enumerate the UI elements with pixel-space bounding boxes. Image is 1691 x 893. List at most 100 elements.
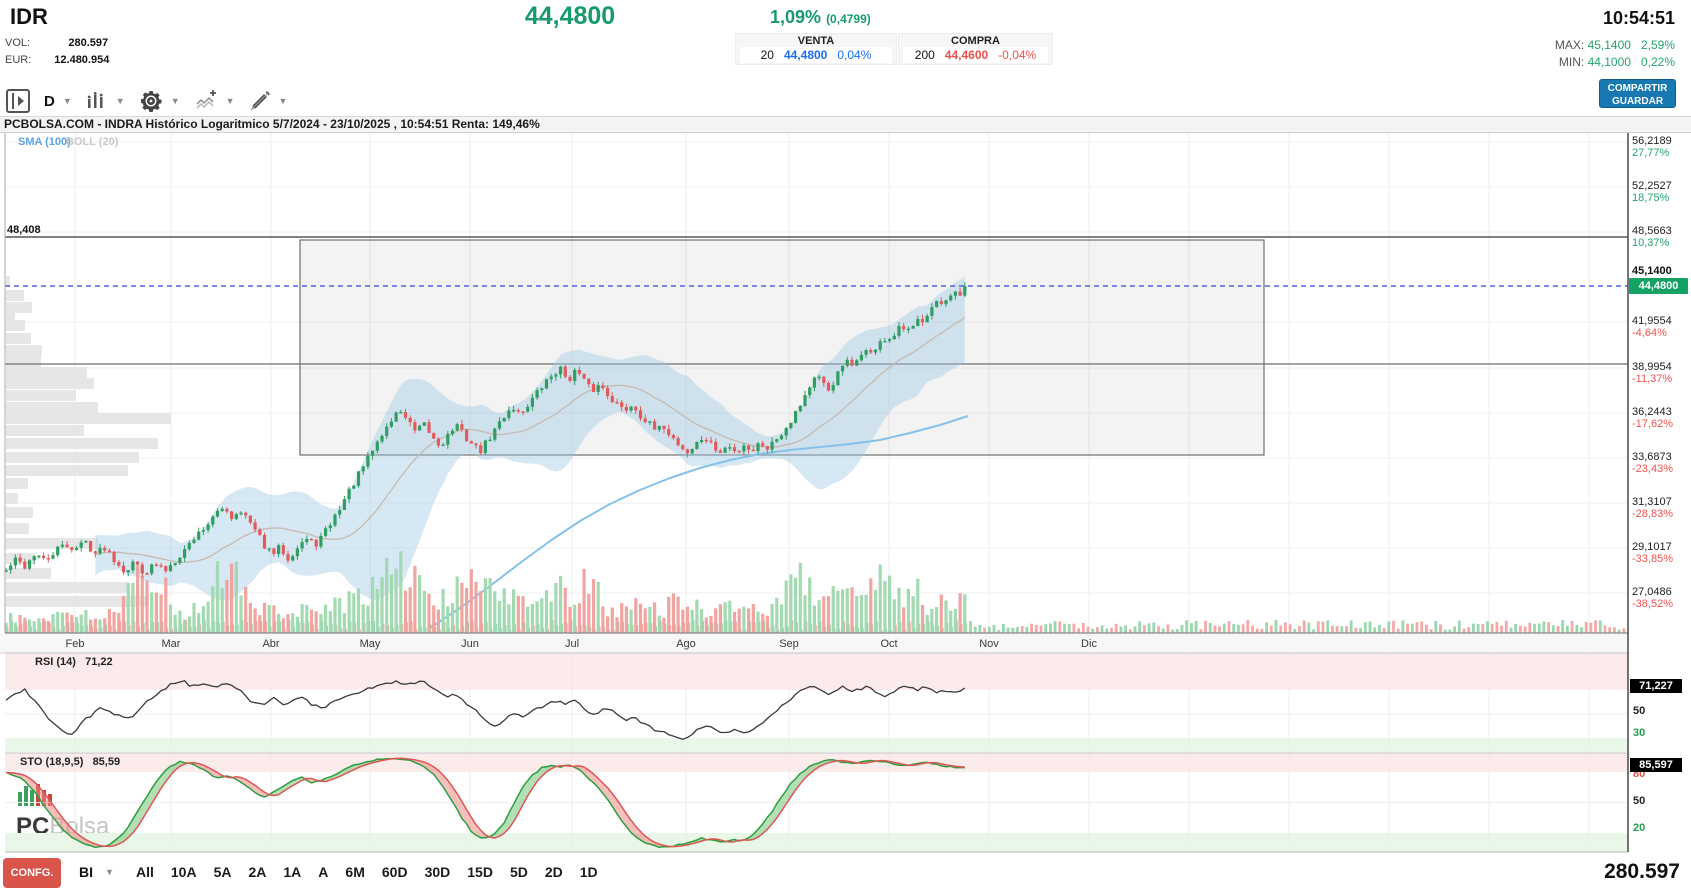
chevron-down-icon: ▼ xyxy=(279,96,288,106)
range-button-all[interactable]: All xyxy=(136,864,154,880)
rsi-label-row[interactable]: RSI (14) 71,22 xyxy=(35,656,113,668)
timeframe-selector[interactable]: D ▼ xyxy=(44,93,72,110)
price-tick: 38,9954-11,37% xyxy=(1632,361,1690,385)
price-tick: 36,2443-17,62% xyxy=(1632,406,1690,430)
pcbolsa-trading-app: IDR VOL: 280.597 EUR: 12.480.954 44,4800… xyxy=(0,0,1691,893)
chevron-down-icon: ▼ xyxy=(171,96,180,106)
month-label-nov: Nov xyxy=(979,638,999,650)
ask-box: COMPRA 200 44,4600 -0,04% xyxy=(898,33,1053,65)
level-label: 48,408 xyxy=(7,224,41,236)
month-label-oct: Oct xyxy=(880,638,897,650)
min-value: 44,1000 xyxy=(1588,55,1631,69)
month-label-jun: Jun xyxy=(461,638,479,650)
bid-box: VENTA 20 44,4800 0,04% xyxy=(735,33,897,65)
month-label-ago: Ago xyxy=(676,638,696,650)
rsi-low-tick: 30 xyxy=(1633,727,1645,739)
eur-label: EUR: xyxy=(5,54,31,66)
config-button[interactable]: CONFG. xyxy=(3,858,61,888)
price-tick: 31,3107-28,83% xyxy=(1632,496,1690,520)
bars-style-icon xyxy=(86,91,108,111)
sto-low-tick: 20 xyxy=(1633,822,1645,834)
change-line: 1,09% (0,4799) xyxy=(770,7,871,28)
range-button-15d[interactable]: 15D xyxy=(467,864,493,880)
bid-size: 20 xyxy=(761,48,774,62)
range-button-a[interactable]: A xyxy=(318,864,328,880)
eur-row: EUR: 12.480.954 xyxy=(5,54,109,66)
ask-price: 44,4600 xyxy=(945,48,988,62)
footer-volume: 280.597 xyxy=(1470,860,1680,884)
month-label-dic: Dic xyxy=(1081,638,1097,650)
month-label-mar: Mar xyxy=(162,638,181,650)
volume-row: VOL: 280.597 xyxy=(5,37,108,49)
rsi-mid-tick: 50 xyxy=(1633,705,1645,717)
range-button-6m[interactable]: 6M xyxy=(345,864,364,880)
min-label: MIN: xyxy=(1559,55,1584,69)
rsi-label: RSI (14) xyxy=(35,656,76,668)
gear-icon xyxy=(139,89,163,113)
share-save-button[interactable]: COMPARTIR GUARDAR xyxy=(1599,79,1676,108)
range-button-5d[interactable]: 5D xyxy=(510,864,528,880)
vol-label: VOL: xyxy=(5,37,30,49)
mode-selector[interactable]: BI ▼ xyxy=(79,864,114,880)
price-tick: 52,252718,75% xyxy=(1632,180,1690,204)
share-label: COMPARTIR xyxy=(1600,82,1675,95)
ask-size: 200 xyxy=(915,48,935,62)
price-tick: 29,1017-33,85% xyxy=(1632,541,1690,565)
draw-tools-selector[interactable]: ▼ xyxy=(249,90,288,112)
chart-style-selector[interactable]: ▼ xyxy=(86,91,125,111)
chevron-down-icon: ▼ xyxy=(226,96,235,106)
max-label: MAX: xyxy=(1555,38,1584,52)
sto-label-row[interactable]: STO (18,9,5) 85,59 xyxy=(20,756,120,768)
sto-label: STO (18,9,5) xyxy=(20,756,83,768)
chevron-down-icon: ▼ xyxy=(63,96,72,106)
bid-label: VENTA xyxy=(740,35,892,47)
last-price: 44,4800 xyxy=(480,2,660,31)
sto-mid-tick: 50 xyxy=(1633,795,1645,807)
chevron-down-icon: ▼ xyxy=(116,96,125,106)
ask-label: COMPRA xyxy=(903,35,1048,47)
chart-canvas[interactable] xyxy=(0,0,1691,893)
range-button-60d[interactable]: 60D xyxy=(382,864,408,880)
month-label-sep: Sep xyxy=(779,638,799,650)
rsi-value-badge: 71,227 xyxy=(1630,679,1682,693)
price-tick: 56,218927,77% xyxy=(1632,135,1690,159)
ask-pct: -0,04% xyxy=(998,48,1036,62)
max-value: 45,1400 xyxy=(1588,38,1631,52)
price-tick: 48,566310,37% xyxy=(1632,225,1690,249)
settings-selector[interactable]: ▼ xyxy=(139,89,180,113)
range-button-5a[interactable]: 5A xyxy=(214,864,232,880)
range-button-30d[interactable]: 30D xyxy=(425,864,451,880)
max-pct: 2,59% xyxy=(1641,38,1675,52)
range-button-2a[interactable]: 2A xyxy=(248,864,266,880)
max-row: MAX: 45,1400 2,59% xyxy=(1540,38,1675,52)
price-tick: 27,0486-38,52% xyxy=(1632,586,1690,610)
save-label: GUARDAR xyxy=(1600,95,1675,108)
collapse-panel-icon[interactable] xyxy=(6,89,30,113)
eur-value: 12.480.954 xyxy=(34,54,109,66)
pencil-icon xyxy=(249,90,271,112)
legend-boll[interactable]: BOLL (20) xyxy=(66,136,118,148)
session-clock: 10:54:51 xyxy=(1560,8,1675,29)
range-button-2d[interactable]: 2D xyxy=(545,864,563,880)
bid-price: 44,4800 xyxy=(784,48,827,62)
range-button-10a[interactable]: 10A xyxy=(171,864,197,880)
range-button-1d[interactable]: 1D xyxy=(580,864,598,880)
chart-toolbar: D ▼ ▼ ▼ ▼ xyxy=(6,86,287,116)
sto-value-badge: 85,597 xyxy=(1630,758,1682,772)
price-tick: 33,6873-23,43% xyxy=(1632,451,1690,475)
range-button-1a[interactable]: 1A xyxy=(283,864,301,880)
bid-pct: 0,04% xyxy=(837,48,871,62)
legend-sma[interactable]: SMA (100) xyxy=(18,136,71,148)
price-tick: 41,9554-4,64% xyxy=(1632,315,1690,339)
month-label-feb: Feb xyxy=(66,638,85,650)
min-row: MIN: 44,1000 0,22% xyxy=(1540,55,1675,69)
range-buttons: All 10A 5A 2A 1A A 6M 60D 30D 15D 5D 2D 1D xyxy=(136,864,598,880)
min-pct: 0,22% xyxy=(1641,55,1675,69)
vol-value: 280.597 xyxy=(33,37,108,49)
month-label-jul: Jul xyxy=(565,638,579,650)
last-price-badge: 44,4800 xyxy=(1629,278,1688,294)
sto-value: 85,59 xyxy=(93,756,121,768)
month-label-abr: Abr xyxy=(262,638,279,650)
month-label-may: May xyxy=(360,638,381,650)
add-indicator-selector[interactable]: ▼ xyxy=(194,90,235,112)
